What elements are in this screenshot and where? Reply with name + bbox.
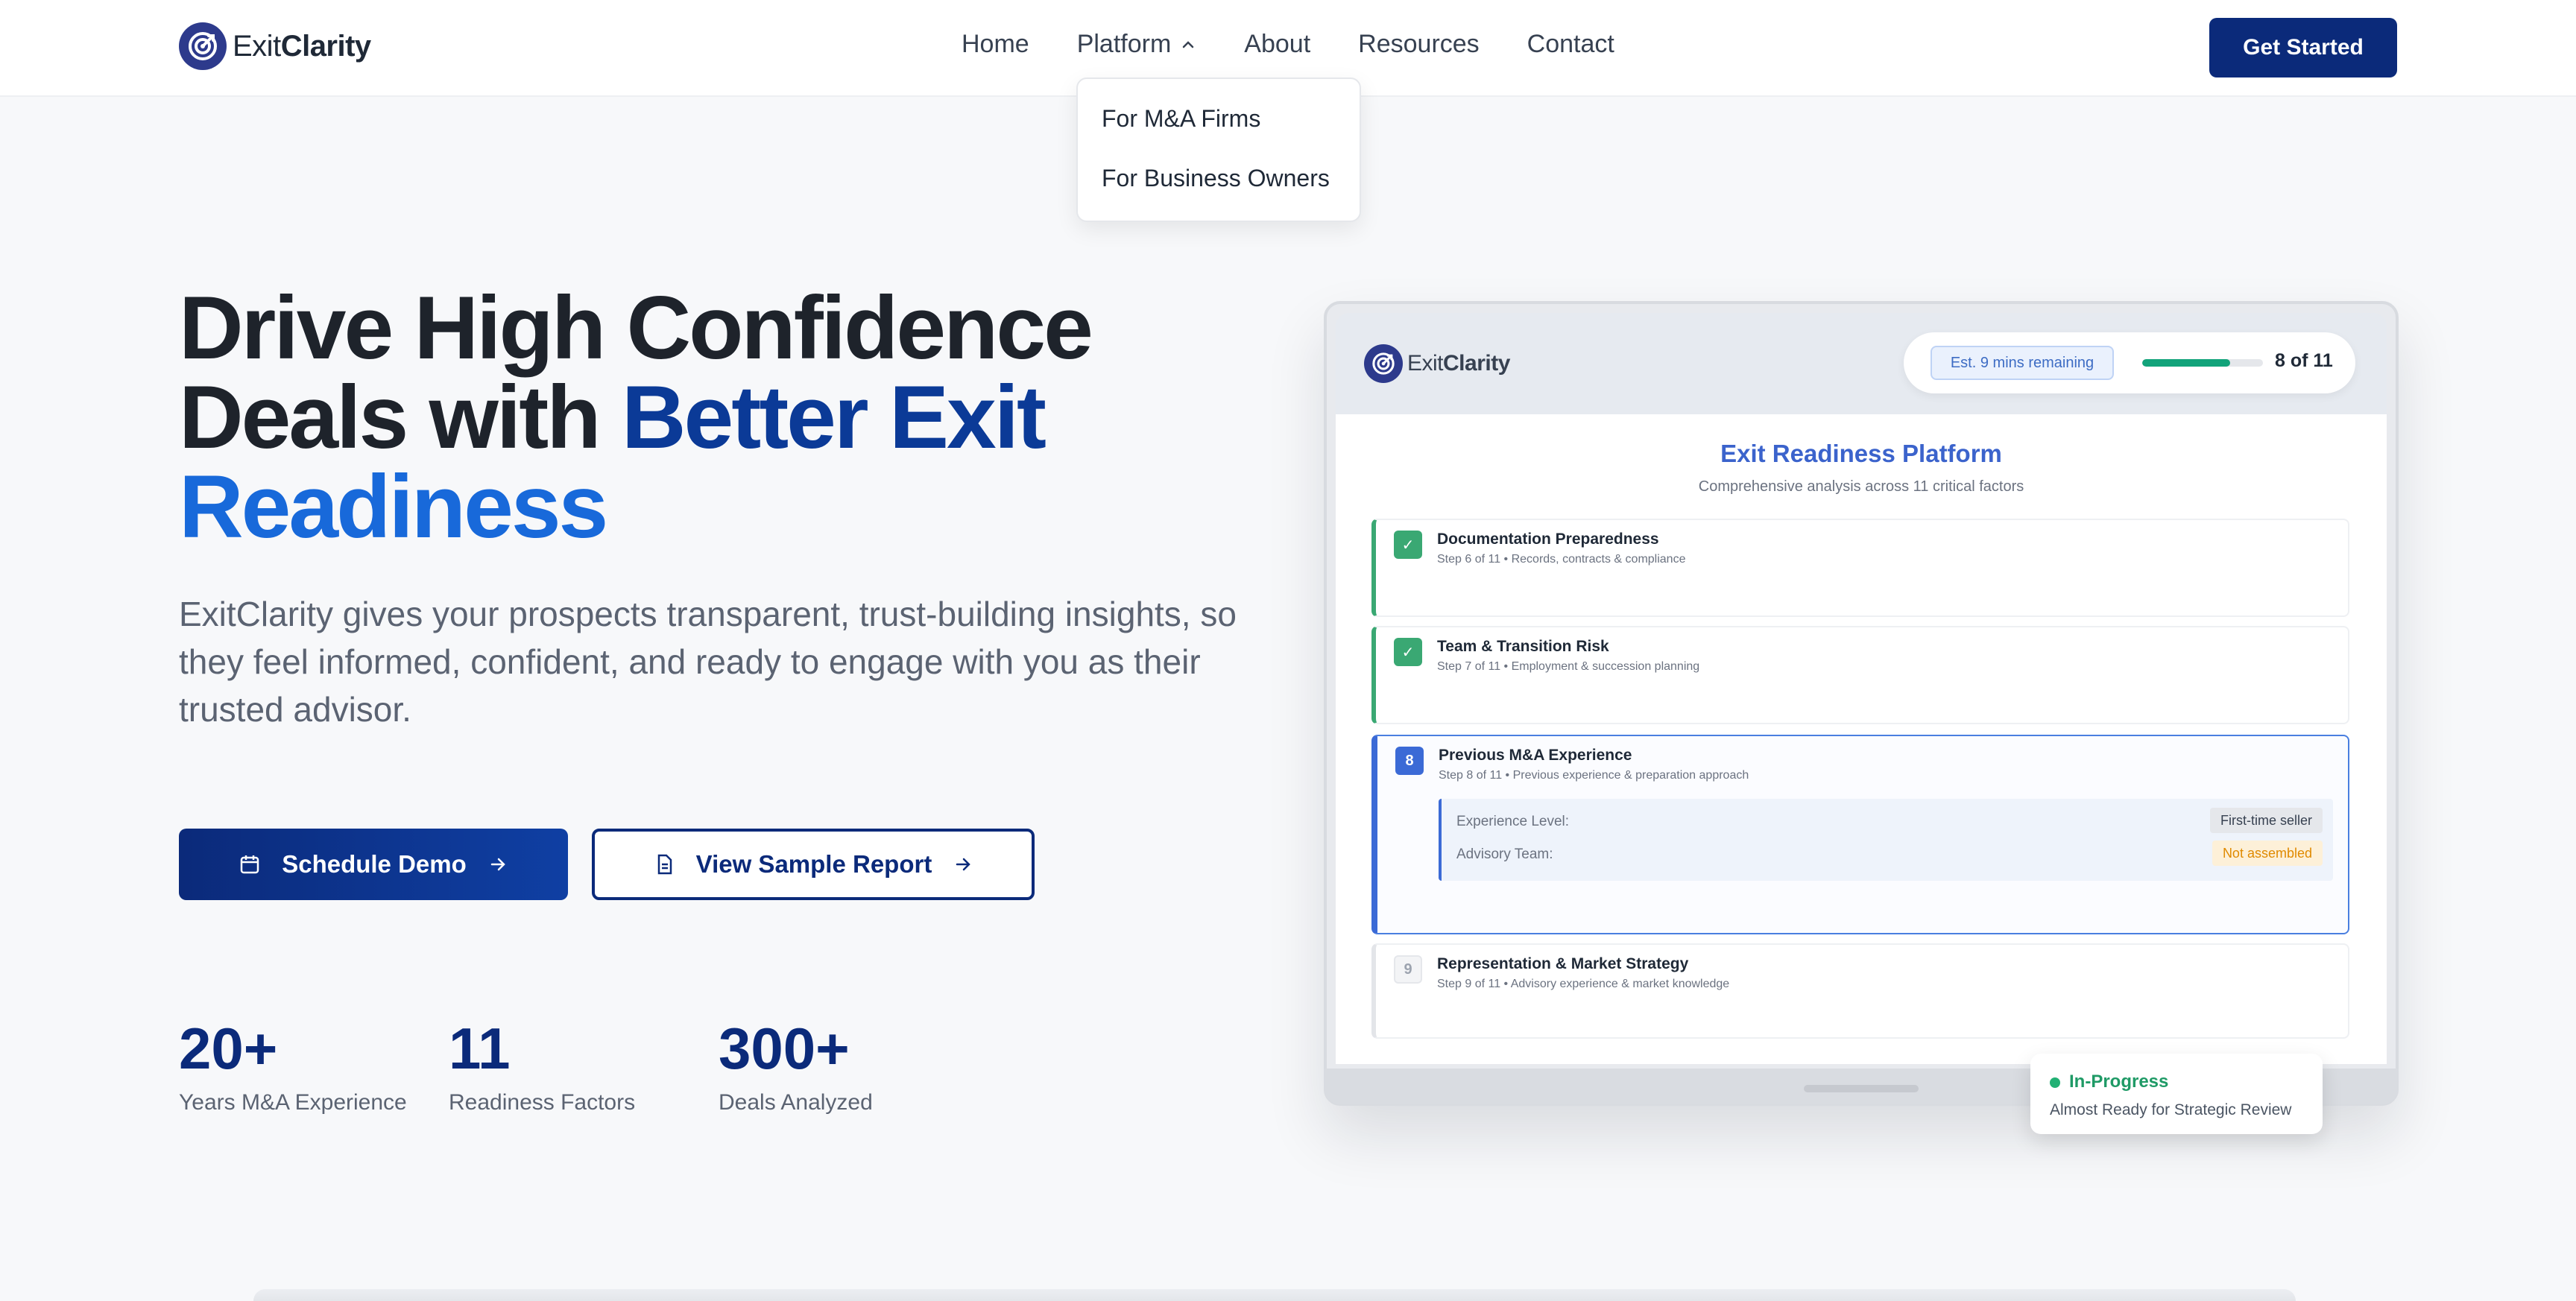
status-subtitle: Almost Ready for Strategic Review [2050,1101,2292,1118]
status-title: In-Progress [2069,1071,2169,1092]
target-logo-icon [179,22,227,70]
step-number-badge: 8 [1395,747,1424,775]
progress-bar [2142,359,2263,367]
step-subtitle: Step 7 of 11 • Employment & succession p… [1437,660,1700,673]
step-subtitle: Step 8 of 11 • Previous experience & pre… [1439,769,1749,782]
get-started-button[interactable]: Get Started [2209,18,2397,77]
check-icon: ✓ [1394,531,1422,559]
step-card-representation[interactable]: 9 Representation & Market Strategy Step … [1371,943,2349,1039]
chevron-up-icon [1183,40,1194,48]
stat-value: 20+ [179,1016,278,1081]
calendar-icon [240,855,259,874]
advisory-team-label: Advisory Team: [1456,846,1553,862]
target-logo-icon [1364,344,1403,383]
step-title: Representation & Market Strategy [1437,955,1689,972]
laptop-notch [1804,1085,1919,1092]
nav-home[interactable]: Home [962,30,1029,59]
stat-value: 11 [449,1016,511,1081]
progress-bar-fill [2142,359,2231,367]
document-icon [657,854,672,875]
schedule-demo-label: Schedule Demo [282,850,467,878]
arrow-right-icon [956,858,971,871]
step-number-badge: 9 [1394,955,1422,984]
experience-level-label: Experience Level: [1456,814,1570,829]
view-sample-report-label: View Sample Report [695,850,932,878]
stat-label: Readiness Factors [449,1090,636,1115]
stat-label: Years M&A Experience [179,1090,407,1115]
hero-title: Drive High Confidence Deals with Better … [179,278,1093,557]
brand-name: ExitClarity [233,29,371,63]
nav-resources[interactable]: Resources [1358,30,1480,59]
menu-item-business-owners[interactable]: For Business Owners [1102,159,1336,219]
mockup-logo: ExitClarity [1364,344,1510,383]
hero-section: Drive High Confidence Deals with Better … [179,283,1297,733]
advisory-team-badge: Not assembled [2212,841,2323,866]
experience-level-badge: First-time seller [2209,808,2323,833]
hero-buttons: Schedule Demo View Sample Report [179,829,1035,900]
stats-row: 20+ Years M&A Experience 11 Readiness Fa… [179,1015,988,1115]
step-card-documentation[interactable]: ✓ Documentation Preparedness Step 6 of 1… [1371,519,2349,617]
arrow-right-icon [490,858,505,871]
status-card: In-Progress Almost Ready for Strategic R… [2030,1054,2323,1134]
step-detail-panel: Experience Level: First-time seller Advi… [1439,799,2333,881]
brand-logo[interactable]: ExitClarity [179,22,371,70]
step-title: Previous M&A Experience [1439,747,1632,764]
step-title: Documentation Preparedness [1437,531,1659,548]
nav-platform-label: Platform [1076,30,1172,58]
hero-description: ExitClarity gives your prospects transpa… [179,595,1237,729]
platform-dropdown: For M&A Firms For Business Owners [1076,77,1361,222]
mockup-brand-name: ExitClarity [1407,351,1510,376]
progress-count: 8 of 11 [2275,350,2333,371]
stat-value: 300+ [719,1016,850,1081]
step-subtitle: Step 6 of 11 • Records, contracts & comp… [1437,553,1686,566]
step-card-team-transition[interactable]: ✓ Team & Transition Risk Step 7 of 11 • … [1371,626,2349,724]
step-title: Team & Transition Risk [1437,638,1609,655]
mockup-title: Exit Readiness Platform [1720,440,2002,467]
nav-about[interactable]: About [1244,30,1310,59]
stat-years: 20+ Years M&A Experience [179,1015,449,1115]
view-sample-report-button[interactable]: View Sample Report [592,829,1035,900]
time-remaining-badge: Est. 9 mins remaining [1931,346,2114,380]
schedule-demo-button[interactable]: Schedule Demo [179,829,568,900]
nav-contact[interactable]: Contact [1527,30,1614,59]
stat-factors: 11 Readiness Factors [449,1015,719,1115]
status-dot-icon [2050,1077,2060,1088]
step-card-previous-ma[interactable]: 8 Previous M&A Experience Step 8 of 11 •… [1371,735,2349,934]
nav-platform[interactable]: Platform [1077,30,1197,59]
next-section-edge [253,1289,2296,1301]
check-icon: ✓ [1394,638,1422,666]
stat-deals: 300+ Deals Analyzed [719,1015,988,1115]
main-nav: Home Platform About Resources Contact [962,30,1614,59]
step-subtitle: Step 9 of 11 • Advisory experience & mar… [1437,978,1730,990]
mockup-subtitle: Comprehensive analysis across 11 critica… [1698,478,2024,495]
stat-label: Deals Analyzed [719,1090,873,1115]
menu-item-ma-firms[interactable]: For M&A Firms [1102,100,1336,159]
